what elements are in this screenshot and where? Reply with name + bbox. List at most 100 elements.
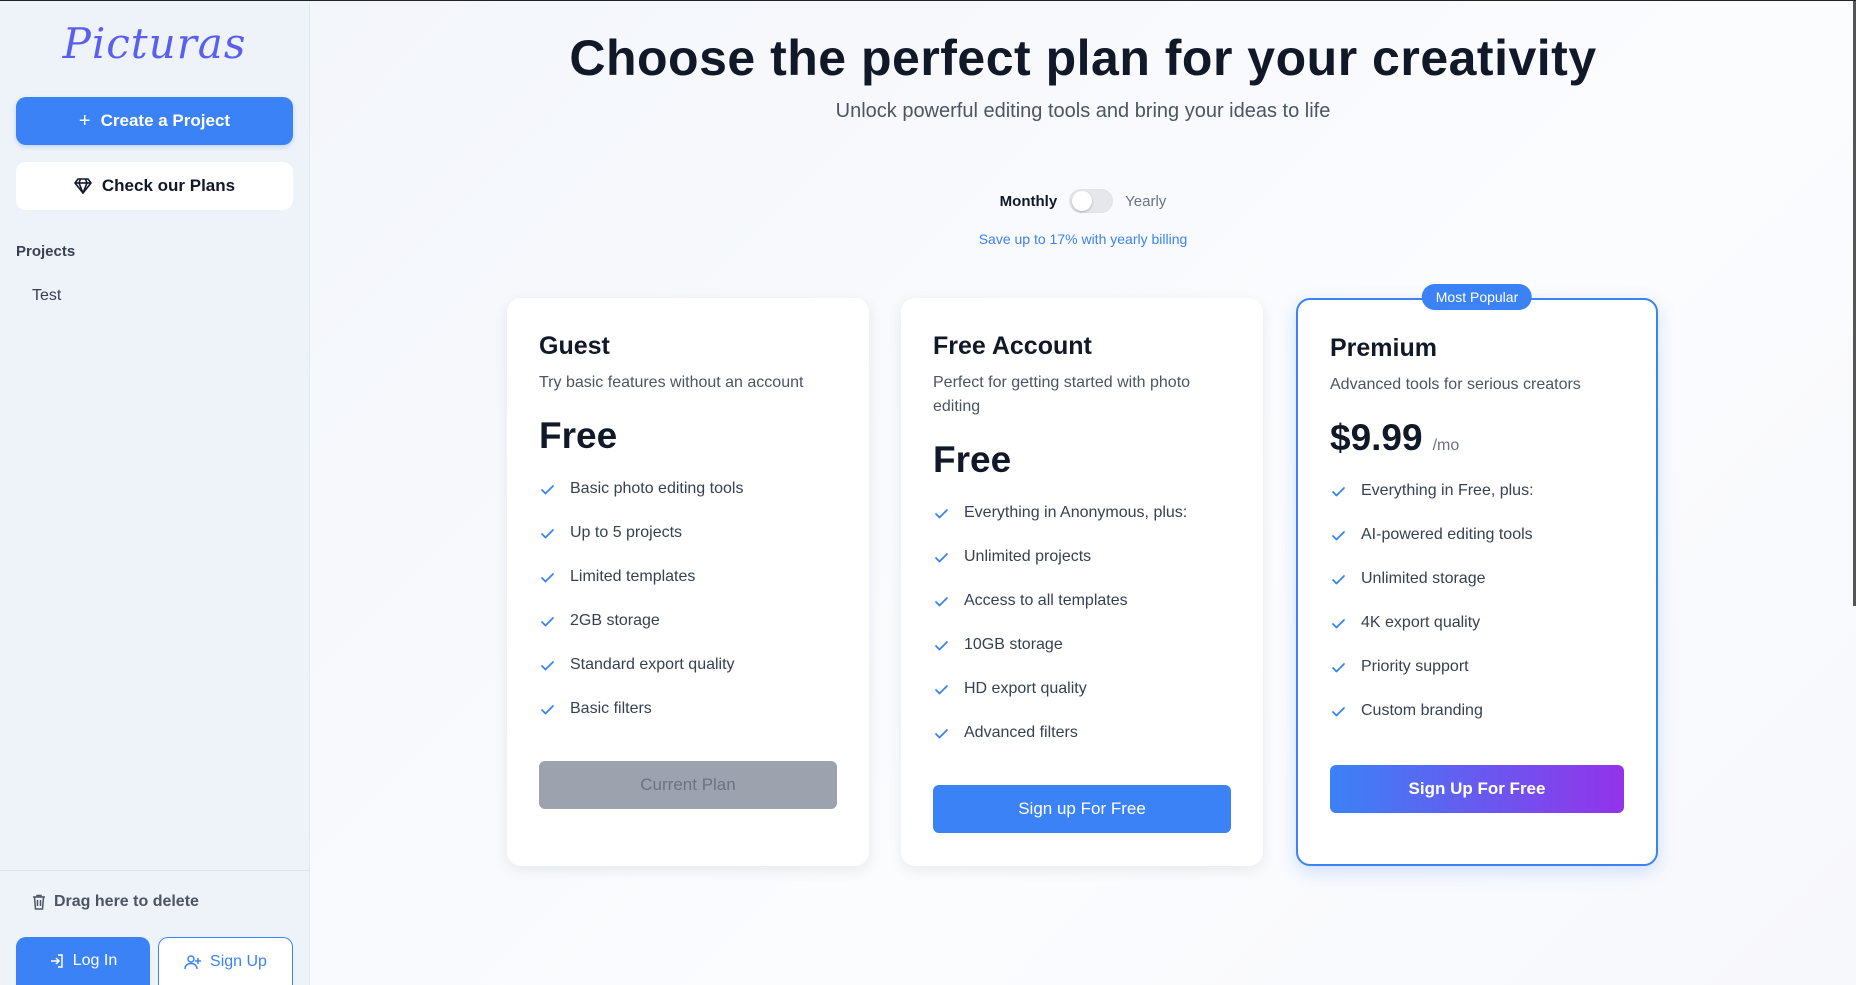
feature-list: Everything in Anonymous, plus: Unlimited… (933, 491, 1231, 755)
check-icon (1330, 615, 1347, 632)
feature-text: AI-powered editing tools (1361, 526, 1533, 543)
sidebar: Picturas + Create a Project Check our Pl… (0, 1, 310, 985)
project-item-test[interactable]: Test (32, 287, 61, 305)
feature-text: Basic photo editing tools (570, 480, 744, 497)
plan-card-guest: Guest Try basic features without an acco… (507, 298, 869, 866)
plan-description: Advanced tools for serious creators (1330, 376, 1581, 393)
feature-text: 4K export quality (1361, 614, 1481, 631)
yearly-label[interactable]: Yearly (1125, 193, 1166, 210)
yearly-savings-note: Save up to 17% with yearly billing (978, 231, 1188, 247)
feature-item: 4K export quality (1330, 601, 1624, 645)
check-icon (1330, 571, 1347, 588)
app-logo: Picturas (62, 19, 247, 68)
signup-label: Sign Up (210, 952, 267, 970)
create-project-label: Create a Project (100, 111, 231, 130)
feature-text: Everything in Free, plus: (1361, 482, 1534, 499)
feature-text: Up to 5 projects (570, 524, 683, 541)
app-window: Picturas + Create a Project Check our Pl… (0, 0, 1856, 985)
check-icon (933, 725, 950, 742)
feature-text: 10GB storage (964, 636, 1063, 653)
check-icon (539, 481, 556, 498)
sidebar-footer: Drag here to delete Log In Sign Up (0, 870, 309, 985)
plan-period: /mo (1432, 437, 1460, 454)
check-icon (1330, 483, 1347, 500)
feature-item: Basic filters (539, 687, 837, 731)
plan-name: Guest (539, 332, 610, 360)
feature-text: 2GB storage (570, 612, 660, 629)
check-plans-label: Check our Plans (101, 176, 236, 195)
plan-price: Free (933, 439, 1012, 480)
feature-text: Advanced filters (964, 724, 1078, 741)
feature-text: Limited templates (570, 568, 696, 585)
feature-item: HD export quality (933, 667, 1231, 711)
trash-icon (32, 894, 46, 910)
billing-period-toggle[interactable] (1069, 189, 1114, 213)
signup-button[interactable]: Sign Up (158, 937, 293, 985)
feature-item: Unlimited projects (933, 535, 1231, 579)
delete-drop-label: Drag here to delete (54, 893, 199, 910)
feature-item: Everything in Anonymous, plus: (933, 491, 1231, 535)
plan-card-free-account: Free Account Perfect for getting started… (901, 298, 1263, 866)
check-icon (1330, 703, 1347, 720)
feature-text: Priority support (1361, 658, 1469, 675)
feature-item: Up to 5 projects (539, 511, 837, 555)
login-icon (49, 953, 65, 969)
check-plans-button[interactable]: Check our Plans (16, 162, 293, 210)
check-icon (933, 637, 950, 654)
feature-text: Unlimited storage (1361, 570, 1486, 587)
feature-item: Access to all templates (933, 579, 1231, 623)
login-button[interactable]: Log In (16, 937, 150, 985)
feature-item: AI-powered editing tools (1330, 513, 1624, 557)
plan-price-row: $9.99 /mo (1330, 417, 1624, 459)
diamond-icon (74, 178, 92, 194)
delete-drop-zone[interactable]: Drag here to delete (32, 893, 199, 911)
monthly-label[interactable]: Monthly (1000, 193, 1058, 210)
check-icon (539, 657, 556, 674)
plan-card-premium: Most Popular Premium Advanced tools for … (1296, 284, 1658, 866)
feature-list: Everything in Free, plus: AI-powered edi… (1330, 469, 1624, 733)
feature-item: 10GB storage (933, 623, 1231, 667)
check-icon (933, 505, 950, 522)
feature-item: Unlimited storage (1330, 557, 1624, 601)
check-icon (933, 593, 950, 610)
page-title: Choose the perfect plan for your creativ… (569, 30, 1597, 86)
check-icon (933, 681, 950, 698)
plan-price: $9.99 (1330, 417, 1423, 458)
check-icon (933, 549, 950, 566)
toggle-knob (1072, 191, 1093, 211)
billing-toggle-row: Monthly Yearly (310, 189, 1856, 213)
plan-price-row: Free (933, 439, 1231, 481)
current-plan-button: Current Plan (539, 761, 837, 809)
login-label: Log In (72, 952, 118, 969)
add-user-icon (184, 954, 202, 970)
check-icon (1330, 527, 1347, 544)
check-icon (539, 525, 556, 542)
feature-item: Limited templates (539, 555, 837, 599)
signup-free-button[interactable]: Sign up For Free (933, 785, 1231, 833)
feature-text: Access to all templates (964, 592, 1128, 609)
feature-text: Unlimited projects (964, 548, 1092, 565)
projects-heading: Projects (16, 243, 76, 260)
most-popular-badge: Most Popular (1421, 284, 1533, 310)
feature-text: Custom branding (1361, 702, 1483, 719)
plan-description: Try basic features without an account (539, 374, 804, 391)
check-icon (539, 613, 556, 630)
feature-text: HD export quality (964, 680, 1087, 697)
feature-text: Everything in Anonymous, plus: (964, 504, 1188, 521)
create-project-button[interactable]: + Create a Project (16, 97, 293, 145)
feature-item: Custom branding (1330, 689, 1624, 733)
feature-item: Advanced filters (933, 711, 1231, 755)
plus-icon: + (78, 110, 91, 132)
feature-text: Basic filters (570, 700, 652, 717)
feature-text: Standard export quality (570, 656, 735, 673)
feature-list: Basic photo editing tools Up to 5 projec… (539, 467, 837, 731)
plan-name: Free Account (933, 332, 1092, 360)
plan-name: Premium (1330, 334, 1437, 362)
check-icon (539, 569, 556, 586)
feature-item: Basic photo editing tools (539, 467, 837, 511)
signup-premium-button[interactable]: Sign Up For Free (1330, 765, 1624, 813)
check-icon (1330, 659, 1347, 676)
plan-description: Perfect for getting started with photo e… (933, 374, 1191, 415)
plan-price-row: Free (539, 415, 837, 457)
feature-item: Priority support (1330, 645, 1624, 689)
